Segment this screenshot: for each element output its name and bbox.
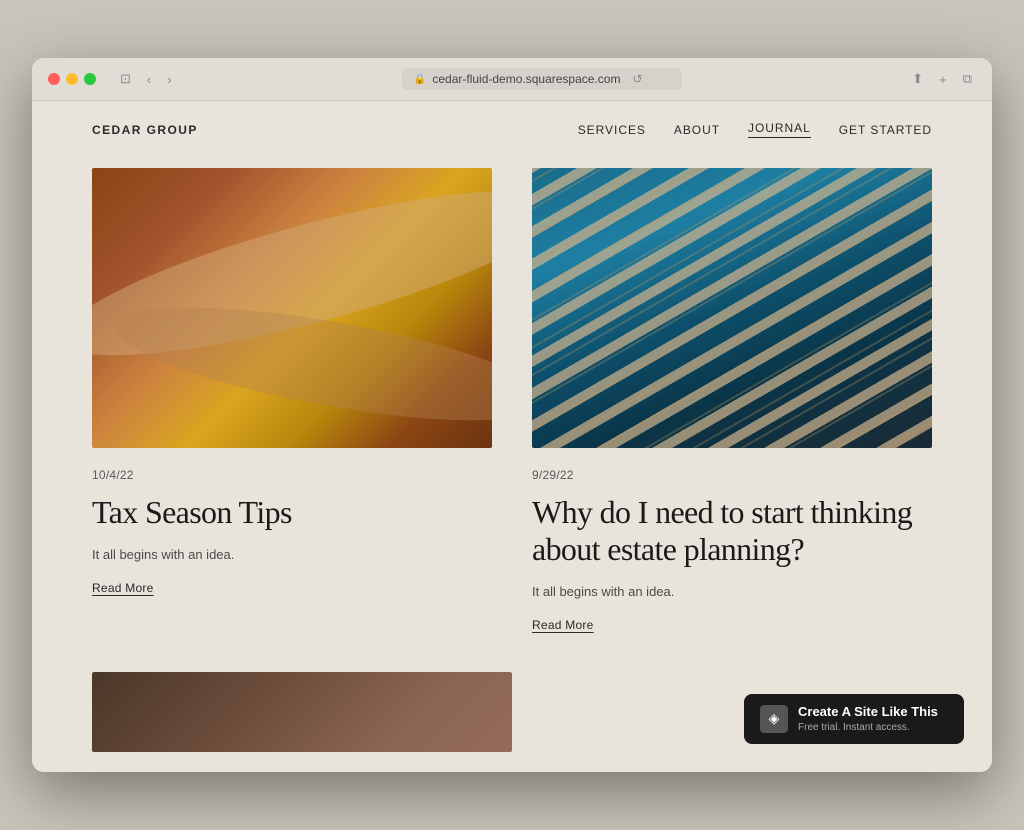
reload-icon: ↺ bbox=[632, 72, 642, 86]
address-bar-container: 🔒 cedar-fluid-demo.squarespace.com ↺ bbox=[188, 68, 897, 90]
blog-title-2[interactable]: Why do I need to start thinking about es… bbox=[532, 494, 932, 568]
site-wrapper: CEDAR GROUP SERVICES ABOUT JOURNAL GET S… bbox=[32, 101, 992, 771]
squarespace-logo: ◈ bbox=[760, 705, 788, 733]
share-button[interactable]: ⬆ bbox=[908, 69, 927, 89]
browser-controls: ⊡ ‹ › bbox=[116, 69, 176, 89]
abstract-warm-image bbox=[92, 168, 492, 448]
new-tab-button[interactable]: + bbox=[935, 69, 951, 89]
blog-card-1: 10/4/22 Tax Season Tips It all begins wi… bbox=[92, 168, 492, 631]
site-logo[interactable]: CEDAR GROUP bbox=[92, 123, 198, 137]
back-button[interactable]: ‹ bbox=[143, 69, 155, 89]
blog-image-1[interactable] bbox=[92, 168, 492, 448]
browser-window: ⊡ ‹ › 🔒 cedar-fluid-demo.squarespace.com… bbox=[32, 58, 992, 771]
browser-titlebar: ⊡ ‹ › 🔒 cedar-fluid-demo.squarespace.com… bbox=[48, 68, 976, 100]
close-button[interactable] bbox=[48, 73, 60, 85]
blog-card-bottom-image bbox=[92, 672, 512, 752]
squarespace-logo-icon: ◈ bbox=[769, 710, 780, 727]
minimize-button[interactable] bbox=[66, 73, 78, 85]
nav-link-get-started[interactable]: GET STARTED bbox=[839, 123, 932, 137]
squarespace-banner-text: Create A Site Like This Free trial. Inst… bbox=[798, 704, 938, 734]
tab-overview-button[interactable]: ⊡ bbox=[116, 69, 135, 89]
squarespace-banner-sub: Free trial. Instant access. bbox=[798, 721, 938, 734]
nav-links: SERVICES ABOUT JOURNAL GET STARTED bbox=[578, 121, 932, 138]
blog-grid: 10/4/22 Tax Season Tips It all begins wi… bbox=[32, 158, 992, 671]
bottom-image bbox=[92, 672, 512, 752]
lock-icon: 🔒 bbox=[414, 74, 426, 85]
site-content: CEDAR GROUP SERVICES ABOUT JOURNAL GET S… bbox=[32, 101, 992, 771]
blog-image-2[interactable] bbox=[532, 168, 932, 448]
forward-button[interactable]: › bbox=[163, 69, 175, 89]
address-bar[interactable]: 🔒 cedar-fluid-demo.squarespace.com ↺ bbox=[402, 68, 682, 90]
squarespace-banner-main: Create A Site Like This bbox=[798, 704, 938, 721]
url-text: cedar-fluid-demo.squarespace.com bbox=[432, 72, 620, 86]
browser-actions: ⬆ + ⧉ bbox=[908, 69, 976, 89]
squarespace-banner[interactable]: ◈ Create A Site Like This Free trial. In… bbox=[744, 694, 964, 744]
blog-excerpt-1: It all begins with an idea. bbox=[92, 545, 492, 565]
blog-title-1[interactable]: Tax Season Tips bbox=[92, 494, 492, 531]
traffic-lights bbox=[48, 73, 96, 85]
nav-link-services[interactable]: SERVICES bbox=[578, 123, 646, 137]
blog-card-2: 9/29/22 Why do I need to start thinking … bbox=[532, 168, 932, 631]
architecture-image bbox=[532, 168, 932, 448]
nav-link-journal[interactable]: JOURNAL bbox=[748, 121, 811, 138]
blog-excerpt-2: It all begins with an idea. bbox=[532, 582, 932, 602]
tab-button[interactable]: ⧉ bbox=[959, 69, 976, 89]
read-more-link-2[interactable]: Read More bbox=[532, 618, 932, 632]
blog-date-2: 9/29/22 bbox=[532, 468, 932, 482]
read-more-link-1[interactable]: Read More bbox=[92, 581, 492, 595]
browser-chrome: ⊡ ‹ › 🔒 cedar-fluid-demo.squarespace.com… bbox=[32, 58, 992, 101]
navigation: CEDAR GROUP SERVICES ABOUT JOURNAL GET S… bbox=[32, 101, 992, 158]
nav-link-about[interactable]: ABOUT bbox=[674, 123, 720, 137]
blog-date-1: 10/4/22 bbox=[92, 468, 492, 482]
maximize-button[interactable] bbox=[84, 73, 96, 85]
